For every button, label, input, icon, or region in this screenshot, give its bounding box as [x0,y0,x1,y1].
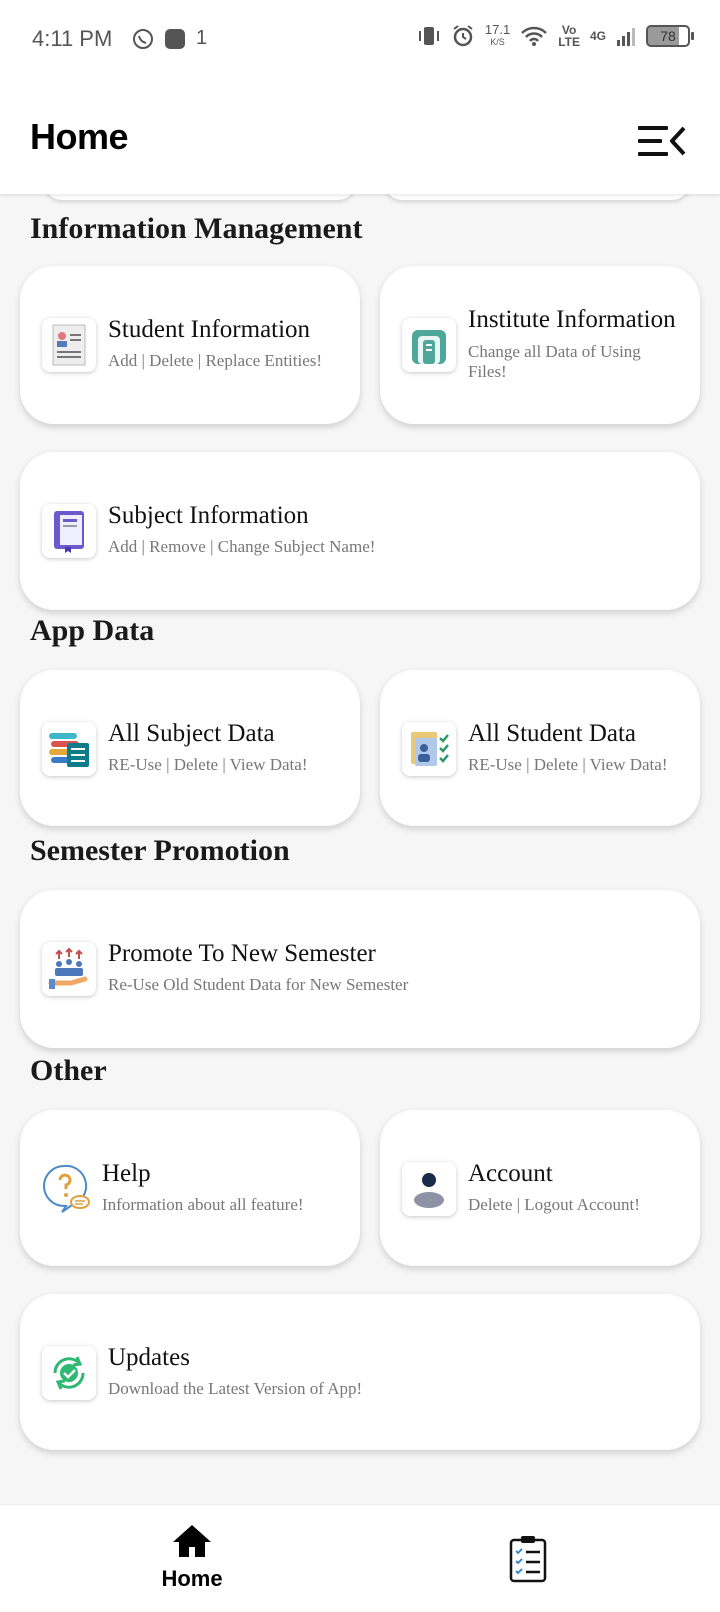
volte-bottom: LTE [558,35,580,49]
help-question-icon [40,1162,92,1214]
card-title: Student Information [108,316,311,343]
card-subtitle: Add | Delete | Replace Entities! [108,351,323,370]
updates-card[interactable]: Updates Download the Latest Version of A… [20,1294,700,1450]
card-subtitle: Delete | Logout Account! [468,1195,640,1214]
status-time: 4:11 PM [32,26,113,51]
alarm-icon [453,25,473,47]
signal-icon [617,28,635,46]
subject-book-icon [42,504,96,558]
partial-card[interactable] [384,194,690,200]
vibrate-icon [418,27,439,45]
institute-building-icon [402,318,456,372]
student-document-icon [42,318,96,372]
network-speed-unit: K/S [490,37,505,47]
card-subtitle: Download the Latest Version of App! [108,1379,363,1398]
menu-icon[interactable] [638,124,686,158]
card-subtitle: Add | Remove | Change Subject Name! [108,537,376,556]
card-subtitle: Information about all feature! [102,1195,304,1214]
student-information-card[interactable]: Student Information Add | Delete | Repla… [20,266,360,424]
books-list-icon [42,722,96,776]
card-subtitle: RE-Use | Delete | View Data! [108,755,308,774]
account-user-icon [402,1162,456,1216]
all-student-data-card[interactable]: All Student Data RE-Use | Delete | View … [380,670,700,826]
card-title: Subject Information [108,502,309,529]
update-check-icon [42,1346,96,1400]
all-subject-data-card[interactable]: All Subject Data RE-Use | Delete | View … [20,670,360,826]
partial-card[interactable] [44,194,356,200]
network-speed: 17.1 K/S [484,22,511,48]
card-title: Updates [108,1344,190,1371]
network-type: 4G [589,29,606,43]
section-title-other: Other [30,1054,107,1087]
whatsapp-icon [133,28,153,49]
bottom-navigation: Home [0,1504,720,1612]
card-title: Help [102,1160,151,1187]
status-system-icons: 17.1 K/S Vo LTE 4G 78 [417,22,694,48]
subject-information-card[interactable]: Subject Information Add | Remove | Chang… [20,452,700,610]
promotion-people-icon [42,942,96,996]
home-icon [173,1525,211,1557]
battery-icon: 78 [646,25,694,47]
card-title: Promote To New Semester [108,940,376,967]
notification-count: 1 [196,27,208,49]
checklist-icon[interactable] [508,1535,548,1583]
account-card[interactable]: Account Delete | Logout Account! [380,1110,700,1266]
help-card[interactable]: Help Information about all feature! [20,1110,360,1266]
card-title: All Student Data [468,720,637,747]
student-checklist-icon [402,722,456,776]
card-title: All Subject Data [108,720,275,747]
volte-indicator: Vo LTE [558,24,580,48]
home-content[interactable]: Information Management Student Informati… [0,194,720,1504]
institute-information-card[interactable]: Institute Information Change all Data of… [380,266,700,424]
card-subtitle: RE-Use | Delete | View Data! [468,755,668,774]
section-title-information-management: Information Management [30,212,363,245]
section-title-app-data: App Data [30,614,155,647]
app-header: Home [0,82,720,194]
network-speed-value: 17.1 [484,22,511,37]
card-subtitle: Change all Data of Using Files! [468,342,641,381]
nav-home-label: Home [161,1566,223,1591]
page-title: Home [30,116,129,157]
status-bar: 4:11 PM 1 17.1 K/S Vo LTE 4G 78 [0,0,720,82]
section-title-semester-promotion: Semester Promotion [30,834,290,867]
nav-home-tab[interactable]: Home [150,1523,234,1592]
app-notification-icon [165,28,185,49]
status-notification-icons: 1 [132,27,207,50]
wifi-icon [521,26,548,46]
promote-semester-card[interactable]: Promote To New Semester Re-Use Old Stude… [20,890,700,1048]
card-title: Institute Information [468,306,676,333]
card-subtitle: Re-Use Old Student Data for New Semester [108,975,409,994]
card-title: Account [468,1160,553,1187]
battery-level: 78 [660,28,676,44]
